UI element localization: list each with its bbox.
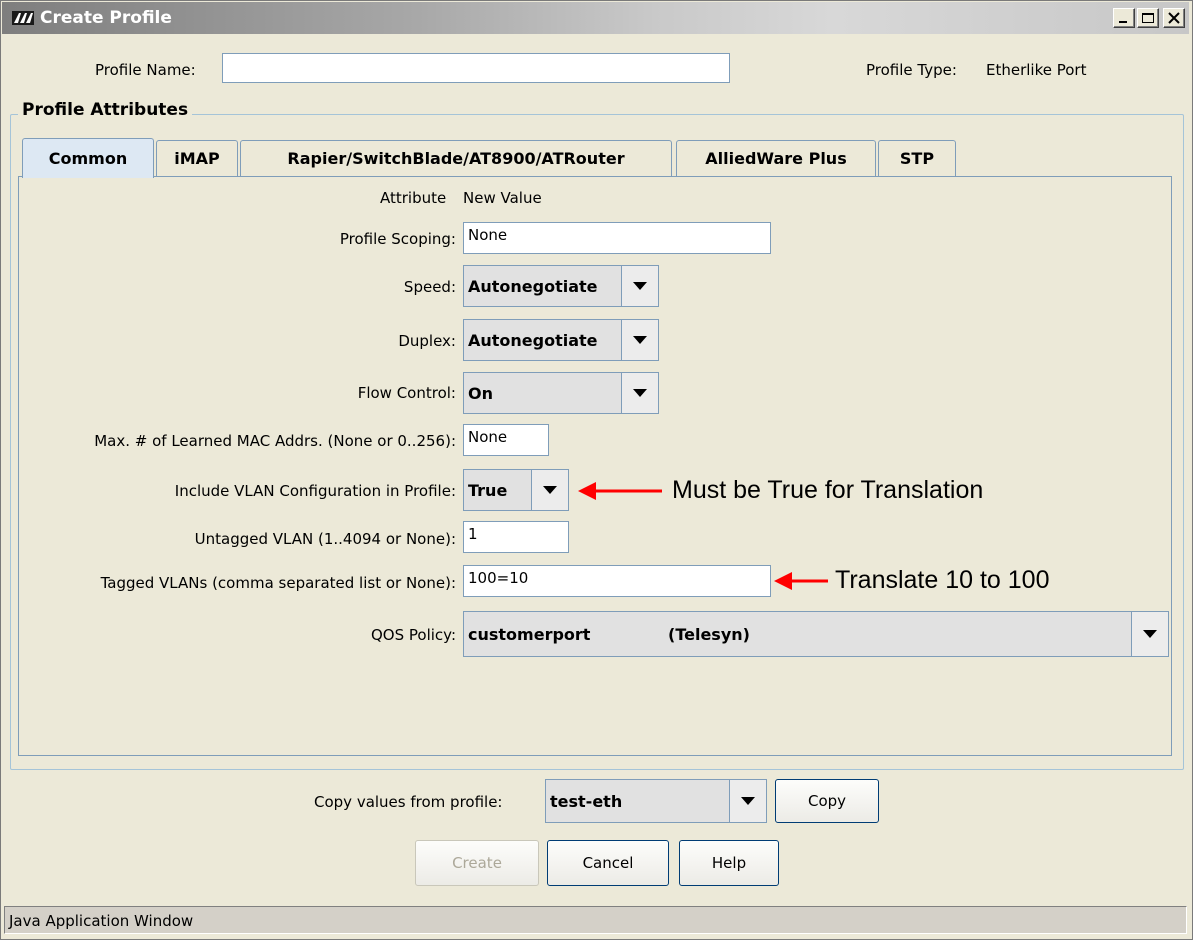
max-mac-input[interactable]: None [463,424,549,456]
status-text: Java Application Window [9,912,194,930]
create-button[interactable]: Create [415,840,539,886]
duplex-dropdown-button[interactable] [621,320,658,360]
tab-rapier-switchblade[interactable]: Rapier/SwitchBlade/AT8900/ATRouter [240,140,672,176]
chevron-down-icon [1143,630,1157,638]
cancel-button[interactable]: Cancel [547,840,669,886]
chevron-down-icon [633,389,647,397]
profile-name-input[interactable] [222,53,730,83]
untagged-vlan-input[interactable]: 1 [463,521,569,553]
column-header-new-value: New Value [463,189,542,207]
help-button[interactable]: Help [679,840,779,886]
tagged-vlans-annotation: Translate 10 to 100 [835,566,1050,594]
tab-stp[interactable]: STP [878,140,956,176]
maximize-icon [1142,13,1154,23]
speed-value: Autonegotiate [468,276,598,296]
copy-from-dropdown-button[interactable] [729,780,766,822]
tagged-vlans-label: Tagged VLANs (comma separated list or No… [100,574,456,592]
arrow-left-icon [578,482,662,500]
speed-dropdown-button[interactable] [621,266,658,306]
include-vlan-label: Include VLAN Configuration in Profile: [174,482,456,500]
qos-policy-select[interactable]: customerport (Telesyn) [463,611,1169,657]
vlan-annotation: Must be True for Translation [672,476,984,504]
include-vlan-select[interactable]: True [463,469,569,511]
qos-policy-dropdown-button[interactable] [1131,612,1168,656]
copy-from-value: test-eth [550,791,623,811]
chevron-down-icon [633,282,647,290]
qos-policy-label: QOS Policy: [370,626,456,644]
profile-scoping-label: Profile Scoping: [339,230,456,248]
flow-control-dropdown-button[interactable] [621,373,658,413]
status-bar: Java Application Window [4,906,1187,934]
allied-telesis-logo-icon [12,11,34,25]
maximize-button[interactable] [1137,8,1159,28]
minimize-icon [1119,21,1127,23]
qos-policy-owner: (Telesyn) [668,624,750,644]
copy-button[interactable]: Copy [775,779,879,823]
profile-attributes-title: Profile Attributes [18,100,193,120]
tagged-vlans-input[interactable]: 100=10 [463,565,771,597]
flow-control-select[interactable]: On [463,372,659,414]
minimize-button[interactable] [1113,8,1135,28]
chevron-down-icon [543,486,557,494]
profile-type-label: Profile Type: [866,61,957,79]
duplex-select[interactable]: Autonegotiate [463,319,659,361]
close-button[interactable] [1163,8,1185,28]
close-icon [1168,12,1180,24]
tab-alliedware-plus[interactable]: AlliedWare Plus [676,140,876,176]
title-bar[interactable]: Create Profile [2,2,1189,34]
include-vlan-value: True [468,480,508,500]
flow-control-label: Flow Control: [357,384,456,402]
tab-common[interactable]: Common [22,138,154,178]
speed-select[interactable]: Autonegotiate [463,265,659,307]
column-header-attribute: Attribute [380,189,447,207]
untagged-vlan-label: Untagged VLAN (1..4094 or None): [194,530,456,548]
common-tab-panel [18,176,1172,756]
tab-imap[interactable]: iMAP [156,140,238,176]
flow-control-value: On [468,383,493,403]
chevron-down-icon [633,336,647,344]
include-vlan-dropdown-button[interactable] [531,470,568,510]
profile-scoping-input[interactable]: None [463,222,771,254]
copy-from-label: Copy values from profile: [314,793,503,811]
duplex-value: Autonegotiate [468,330,598,350]
window-title: Create Profile [40,8,172,28]
profile-name-label: Profile Name: [95,61,196,79]
arrow-left-icon [774,572,828,590]
chevron-down-icon [741,797,755,805]
copy-from-select[interactable]: test-eth [545,779,767,823]
max-mac-label: Max. # of Learned MAC Addrs. (None or 0.… [94,432,456,450]
qos-policy-name: customerport [468,624,591,644]
profile-type-value: Etherlike Port [986,61,1087,79]
speed-label: Speed: [403,278,456,296]
duplex-label: Duplex: [398,332,456,350]
